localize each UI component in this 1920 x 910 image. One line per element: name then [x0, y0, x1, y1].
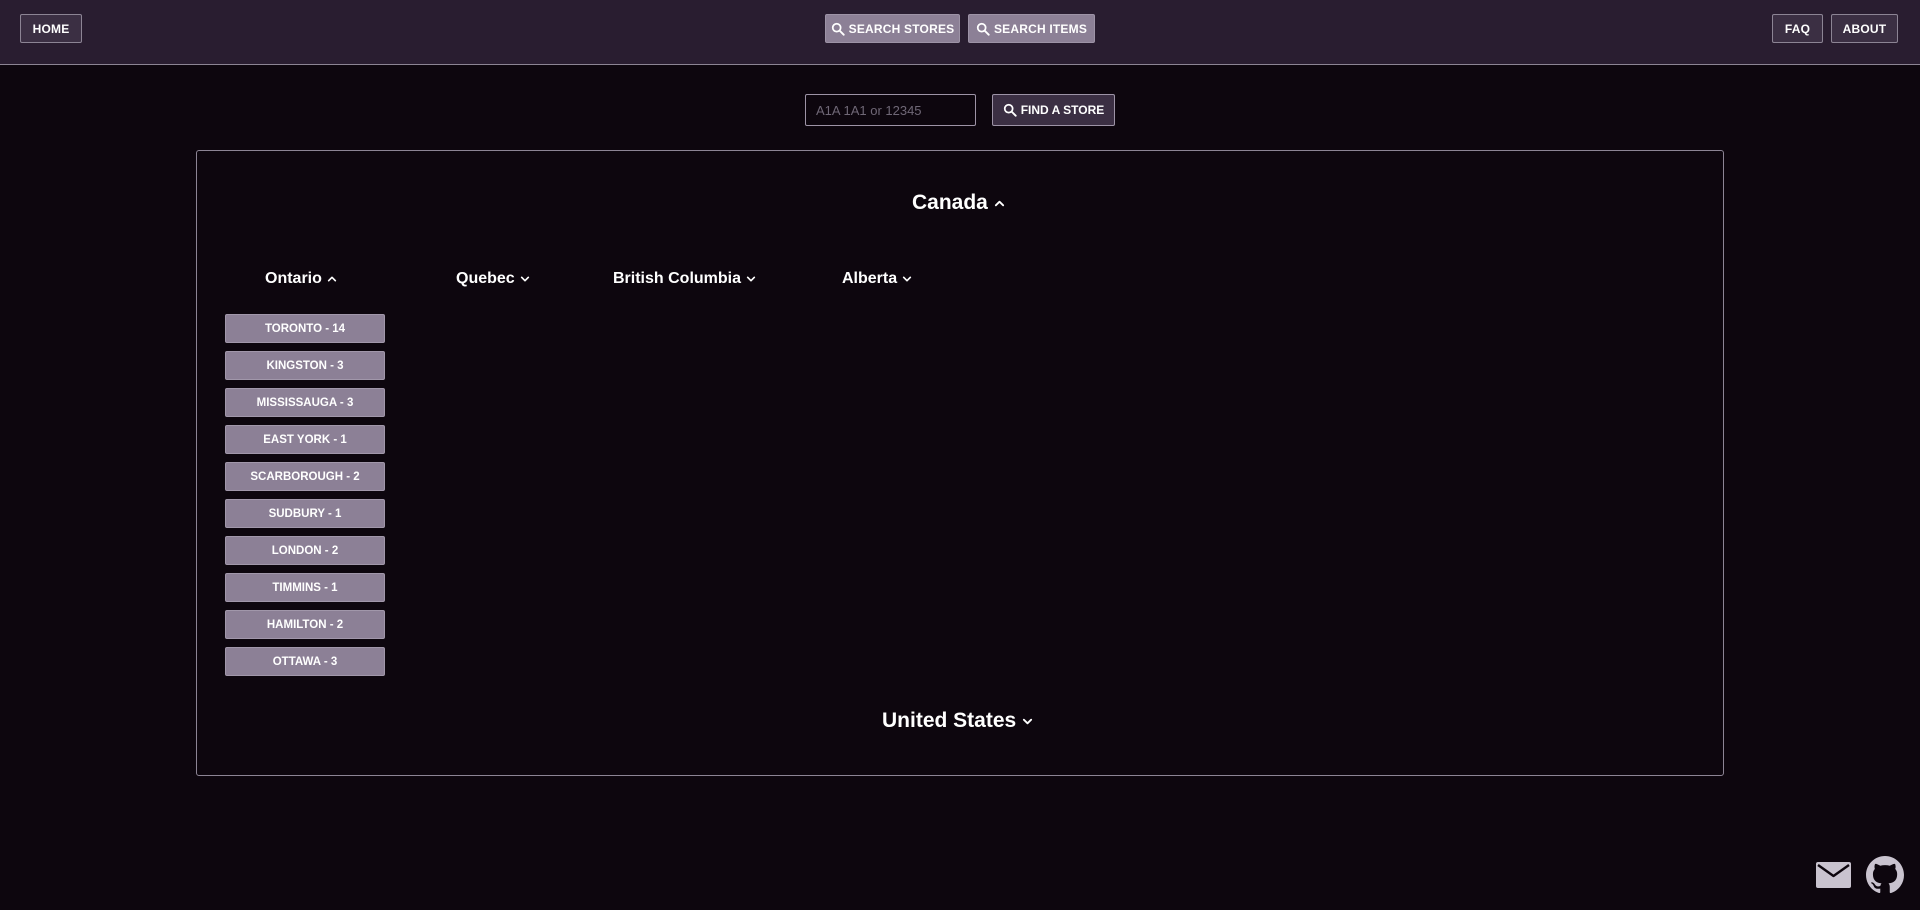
chevron-down-icon	[902, 276, 912, 282]
country-toggle-united-states[interactable]: United States	[882, 709, 1033, 733]
search-stores-button[interactable]: SEARCH STORES	[825, 14, 960, 43]
home-button[interactable]: HOME	[20, 14, 82, 43]
store-directory-panel	[196, 150, 1724, 776]
postal-code-input[interactable]	[805, 94, 976, 126]
find-a-store-label: FIND A STORE	[1020, 103, 1105, 117]
city-button[interactable]: SCARBOROUGH - 2	[225, 462, 385, 491]
city-button[interactable]: SUDBURY - 1	[225, 499, 385, 528]
province-toggle-quebec[interactable]: Quebec	[456, 270, 530, 288]
city-button[interactable]: TIMMINS - 1	[225, 573, 385, 602]
country-toggle-canada[interactable]: Canada	[912, 191, 1005, 215]
chevron-up-icon	[994, 200, 1004, 206]
province-name: British Columbia	[613, 270, 742, 287]
search-stores-label: SEARCH STORES	[848, 21, 955, 36]
faq-button-label: FAQ	[1784, 21, 1811, 36]
province-toggle-ontario[interactable]: Ontario	[265, 270, 337, 288]
city-button[interactable]: HAMILTON - 2	[225, 610, 385, 639]
search-icon	[1003, 103, 1017, 117]
province-name: Ontario	[265, 270, 322, 287]
city-button[interactable]: OTTAWA - 3	[225, 647, 385, 676]
chevron-down-icon	[520, 276, 529, 282]
faq-button[interactable]: FAQ	[1772, 14, 1823, 43]
mail-icon[interactable]	[1815, 860, 1852, 890]
top-navbar: HOME SEARCH STORES SEARCH ITEMS FAQ ABOU…	[0, 0, 1920, 65]
search-items-label: SEARCH ITEMS	[993, 21, 1088, 36]
province-toggle-british-columbia[interactable]: British Columbia	[613, 270, 756, 288]
country-name: Canada	[912, 191, 988, 214]
search-items-button[interactable]: SEARCH ITEMS	[968, 14, 1095, 43]
city-button[interactable]: TORONTO - 14	[225, 314, 385, 343]
city-button[interactable]: EAST YORK - 1	[225, 425, 385, 454]
ontario-city-list: TORONTO - 14 KINGSTON - 3 MISSISSAUGA - …	[225, 314, 385, 684]
province-name: Quebec	[456, 270, 515, 287]
country-name: United States	[882, 709, 1017, 732]
about-button-label: ABOUT	[1842, 21, 1887, 36]
chevron-up-icon	[327, 276, 337, 282]
find-a-store-button[interactable]: FIND A STORE	[992, 94, 1115, 126]
search-icon	[831, 22, 845, 36]
city-button[interactable]: MISSISSAUGA - 3	[225, 388, 385, 417]
chevron-down-icon	[1023, 718, 1033, 724]
city-button[interactable]: KINGSTON - 3	[225, 351, 385, 380]
search-icon	[976, 22, 990, 36]
about-button[interactable]: ABOUT	[1831, 14, 1898, 43]
chevron-down-icon	[746, 276, 756, 282]
github-icon[interactable]	[1866, 856, 1904, 894]
province-toggle-alberta[interactable]: Alberta	[842, 270, 912, 288]
home-button-label: HOME	[32, 21, 70, 36]
city-button[interactable]: LONDON - 2	[225, 536, 385, 565]
province-name: Alberta	[842, 270, 898, 287]
